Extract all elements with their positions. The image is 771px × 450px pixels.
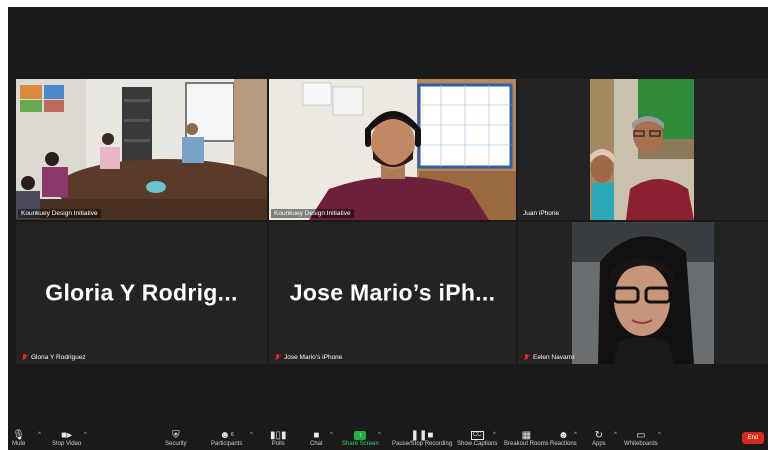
participant-name: Jose Mario’s iPhone: [284, 354, 343, 361]
video-tile-eelen[interactable]: Eelen Navarro: [518, 222, 768, 364]
reactions-label: Reactions: [550, 441, 577, 447]
chat-label: Chat: [310, 441, 323, 447]
share-options-chevron-icon[interactable]: ^: [378, 432, 381, 438]
captions-options-chevron-icon[interactable]: ^: [493, 432, 496, 438]
end-meeting-button[interactable]: End: [742, 432, 764, 444]
participant-name-tag: Kounkuey Design Initiative: [271, 209, 354, 218]
pause-stop-icon: ❚❚■: [410, 430, 434, 441]
apps-options-chevron-icon[interactable]: ^: [614, 432, 617, 438]
whiteboards-options-chevron-icon[interactable]: ^: [658, 432, 661, 438]
stop-video-button[interactable]: ■▸ Stop Video: [52, 430, 81, 448]
captions-label: Show Captions: [457, 441, 498, 447]
video-options-chevron-icon[interactable]: ^: [84, 432, 87, 438]
apps-icon: ↻: [594, 430, 604, 441]
polls-label: Polls: [271, 441, 285, 447]
stop-video-label: Stop Video: [52, 441, 82, 447]
reactions-button[interactable]: ☻ Reactions: [550, 430, 577, 448]
mute-options-chevron-icon[interactable]: ^: [38, 432, 41, 438]
share-screen-label: Share Screen: [342, 441, 379, 447]
shield-icon: ⛨: [172, 430, 180, 441]
cc-icon: CC: [470, 431, 484, 440]
video-tile-kounkuey-camera[interactable]: Kounkuey Design Initiative: [269, 79, 516, 220]
whiteboards-label: Whiteboards: [624, 441, 658, 447]
breakout-rooms-button[interactable]: ▦ Breakout Rooms: [504, 430, 549, 448]
participant-video: [518, 79, 768, 220]
participants-label: Participants: [211, 441, 243, 447]
share-screen-button[interactable]: ↑ Share Screen: [342, 430, 379, 448]
microphone-muted-icon: [523, 353, 530, 362]
whiteboards-button[interactable]: ▭ Whiteboards: [624, 430, 658, 448]
participant-display-name: Jose Mario’s iPh...: [289, 279, 496, 306]
video-camera-icon: ■▸: [61, 430, 73, 441]
pause-recording-label: Pause/Stop Recording: [392, 441, 453, 447]
whiteboard-icon: ▭: [636, 430, 646, 441]
microphone-muted-icon: [274, 353, 281, 362]
participant-video: [16, 79, 267, 220]
polls-button[interactable]: ▮▯▮ Polls: [270, 430, 287, 448]
reactions-options-chevron-icon[interactable]: ^: [574, 432, 577, 438]
participant-name-tag: Gloria Y Rodriguez: [18, 353, 89, 362]
video-tile-jose[interactable]: Jose Mario’s iPh... Jose Mario’s iPhone: [269, 222, 516, 364]
video-tile-kounkuey-room[interactable]: Kounkuey Design Initiative: [16, 79, 267, 220]
show-captions-button[interactable]: CC Show Captions: [457, 430, 497, 448]
bar-chart-icon: ▮▯▮: [270, 430, 287, 441]
breakout-label: Breakout Rooms: [504, 441, 549, 447]
participant-name-tag: Kounkuey Design Initiative: [18, 209, 101, 218]
chat-bubble-icon: ■: [313, 430, 320, 441]
meeting-window: Kounkuey Design Initiative Kounkuey Desi…: [8, 7, 768, 450]
participant-name-tag: Jose Mario’s iPhone: [271, 353, 345, 362]
participant-video: [518, 222, 768, 364]
microphone-muted-icon: [21, 353, 28, 362]
pause-stop-recording-button[interactable]: ❚❚■ Pause/Stop Recording: [392, 430, 452, 448]
participant-name: Kounkuey Design Initiative: [274, 210, 351, 217]
share-screen-icon: ↑: [354, 430, 367, 441]
participant-name: Eelen Navarro: [533, 354, 575, 361]
participant-name-tag: Juan iPhone: [520, 209, 562, 218]
apps-button[interactable]: ↻ Apps: [592, 430, 606, 448]
chat-options-chevron-icon[interactable]: ^: [330, 432, 333, 438]
video-tile-juan-iphone[interactable]: Juan iPhone: [518, 79, 768, 220]
reaction-icon: ☻: [558, 430, 569, 441]
participant-display-name: Gloria Y Rodrig...: [45, 279, 238, 306]
grid-icon: ▦: [521, 430, 532, 441]
mute-label: Mute: [12, 441, 26, 447]
participant-name-tag: Eelen Navarro: [520, 353, 578, 362]
mute-button[interactable]: 🎙︎ Mute: [12, 430, 25, 448]
participant-video: [269, 79, 516, 220]
security-label: Security: [165, 441, 187, 447]
participant-name: Kounkuey Design Initiative: [21, 210, 98, 217]
participant-name: Gloria Y Rodriguez: [31, 354, 86, 361]
participant-name: Juan iPhone: [523, 210, 560, 217]
participants-button[interactable]: ☻ 6 Participants: [211, 430, 242, 448]
participants-options-chevron-icon[interactable]: ^: [250, 432, 253, 438]
microphone-icon: 🎙︎: [12, 430, 26, 441]
security-button[interactable]: ⛨ Security: [165, 430, 187, 448]
participants-icon: ☻ 6: [219, 430, 234, 441]
apps-label: Apps: [592, 441, 606, 447]
meeting-toolbar: 🎙︎ Mute ^ ■▸ Stop Video ^ ⛨ Security ☻ 6 …: [8, 428, 768, 450]
video-tile-gloria[interactable]: Gloria Y Rodrig... Gloria Y Rodriguez: [16, 222, 267, 364]
participants-count: 6: [231, 432, 234, 438]
chat-button[interactable]: ■ Chat: [310, 430, 323, 448]
